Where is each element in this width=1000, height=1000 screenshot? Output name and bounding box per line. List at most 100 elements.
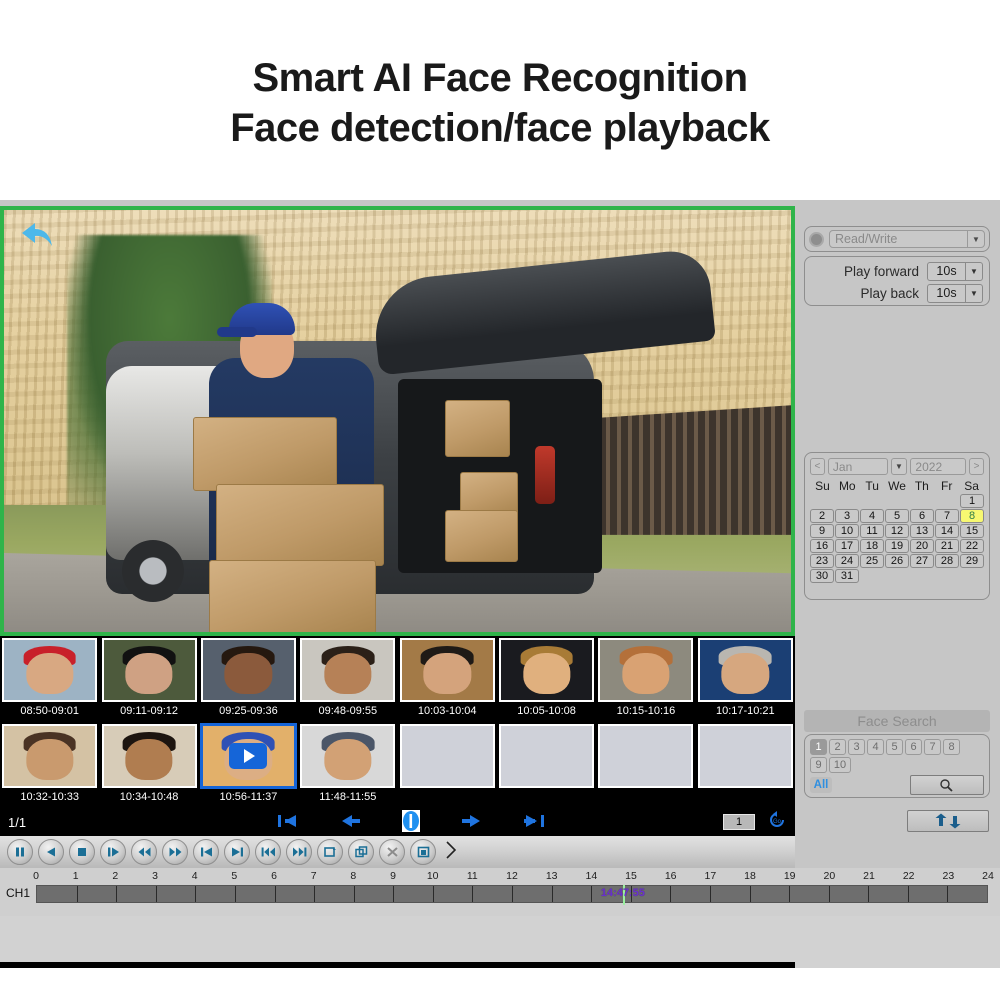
channel-all-button[interactable]: All: [810, 777, 832, 793]
channel-button-1[interactable]: 1: [810, 739, 827, 755]
thumbnail-image[interactable]: [201, 724, 296, 788]
thumbnail-item[interactable]: 10:32-10:33: [0, 722, 99, 808]
thumbnail-item[interactable]: 09:11-09:12: [99, 636, 198, 722]
calendar-day[interactable]: 27: [910, 554, 934, 568]
thumbnail-item[interactable]: 11:48-11:55: [298, 722, 397, 808]
calendar-day[interactable]: 20: [910, 539, 934, 553]
thumbnail-image[interactable]: [300, 638, 395, 702]
calendar-day[interactable]: 3: [835, 509, 859, 523]
channel-button-6[interactable]: 6: [905, 739, 922, 755]
calendar-day[interactable]: 23: [810, 554, 834, 568]
radio-dot-icon[interactable]: [809, 232, 824, 247]
fast-forward-button[interactable]: [162, 839, 188, 865]
thumbnail-image[interactable]: [300, 724, 395, 788]
thumbnail-image[interactable]: [400, 638, 495, 702]
thumbnail-image[interactable]: [102, 724, 197, 788]
calendar-day[interactable]: 10: [835, 524, 859, 538]
calendar-day-selected[interactable]: 8: [960, 509, 984, 523]
first-page-icon[interactable]: [278, 814, 298, 831]
calendar-day[interactable]: 15: [960, 524, 984, 538]
search-button[interactable]: [910, 775, 984, 795]
timeline-track[interactable]: 14:47:55: [36, 885, 988, 903]
channel-button-10[interactable]: 10: [829, 757, 851, 773]
channel-button-5[interactable]: 5: [886, 739, 903, 755]
calendar-day[interactable]: 1: [960, 494, 984, 508]
chevron-down-icon[interactable]: ▼: [965, 285, 982, 302]
calendar-day[interactable]: 25: [860, 554, 884, 568]
play-back-select[interactable]: 10s ▼: [927, 284, 983, 303]
thumbnail-item[interactable]: 08:50-09:01: [0, 636, 99, 722]
go-refresh-icon[interactable]: Go: [767, 810, 787, 835]
calendar-day[interactable]: 19: [885, 539, 909, 553]
clip-start-button[interactable]: [317, 839, 343, 865]
calendar-day[interactable]: 24: [835, 554, 859, 568]
rewind-button[interactable]: [131, 839, 157, 865]
chevron-down-icon[interactable]: ▼: [891, 458, 908, 475]
readwrite-select[interactable]: Read/Write ▼: [829, 230, 985, 248]
thumbnail-item[interactable]: 10:17-10:21: [696, 636, 795, 722]
step-frame-button[interactable]: [100, 839, 126, 865]
thumbnail-image[interactable]: [598, 638, 693, 702]
calendar-day[interactable]: 18: [860, 539, 884, 553]
thumbnail-image[interactable]: [698, 638, 793, 702]
thumbnail-image[interactable]: [499, 638, 594, 702]
calendar-day[interactable]: 31: [835, 569, 859, 583]
prev-frame-button[interactable]: [193, 839, 219, 865]
thumbnail-item-empty[interactable]: [696, 722, 795, 808]
thumbnail-item[interactable]: 09:25-09:36: [199, 636, 298, 722]
thumbnail-item[interactable]: 10:03-10:04: [398, 636, 497, 722]
calendar-day[interactable]: 28: [935, 554, 959, 568]
current-page-marker-icon[interactable]: [402, 810, 420, 835]
calendar-day[interactable]: 30: [810, 569, 834, 583]
clip-cancel-button[interactable]: [379, 839, 405, 865]
play-forward-select[interactable]: 10s ▼: [927, 262, 983, 281]
calendar-day[interactable]: 29: [960, 554, 984, 568]
calendar-day[interactable]: 14: [935, 524, 959, 538]
thumbnail-item-empty[interactable]: [497, 722, 596, 808]
calendar-day[interactable]: 12: [885, 524, 909, 538]
page-number-input[interactable]: 1: [723, 814, 755, 830]
expand-right-icon[interactable]: [445, 841, 457, 864]
channel-button-3[interactable]: 3: [848, 739, 865, 755]
calendar-day[interactable]: 9: [810, 524, 834, 538]
back-arrow-icon[interactable]: [18, 220, 58, 254]
calendar-month-select[interactable]: Jan: [828, 458, 888, 475]
calendar-day[interactable]: 26: [885, 554, 909, 568]
chevron-down-icon[interactable]: ▼: [965, 263, 982, 280]
calendar-day[interactable]: 16: [810, 539, 834, 553]
thumbnail-item[interactable]: 10:05-10:08: [497, 636, 596, 722]
calendar-day[interactable]: 6: [910, 509, 934, 523]
thumbnail-image[interactable]: [102, 638, 197, 702]
calendar-day[interactable]: 17: [835, 539, 859, 553]
stop-button[interactable]: [69, 839, 95, 865]
save-button[interactable]: [410, 839, 436, 865]
thumbnail-image[interactable]: [2, 724, 97, 788]
pause-button[interactable]: [7, 839, 33, 865]
next-file-button[interactable]: [286, 839, 312, 865]
chevron-down-icon[interactable]: ▼: [967, 231, 984, 247]
thumbnail-item-empty[interactable]: [398, 722, 497, 808]
thumbnail-item-empty[interactable]: [596, 722, 695, 808]
play-reverse-button[interactable]: [38, 839, 64, 865]
calendar-day[interactable]: 2: [810, 509, 834, 523]
calendar-day[interactable]: 4: [860, 509, 884, 523]
next-page-icon[interactable]: [462, 814, 482, 831]
play-overlay-icon[interactable]: [229, 743, 267, 769]
calendar-day[interactable]: 5: [885, 509, 909, 523]
calendar-day[interactable]: 7: [935, 509, 959, 523]
thumbnail-item[interactable]: 10:15-10:16: [596, 636, 695, 722]
thumbnail-item[interactable]: 09:48-09:55: [298, 636, 397, 722]
prev-file-button[interactable]: [255, 839, 281, 865]
thumbnail-image[interactable]: [201, 638, 296, 702]
calendar-year-input[interactable]: 2022: [910, 458, 966, 475]
channel-button-2[interactable]: 2: [829, 739, 846, 755]
calendar-day[interactable]: 13: [910, 524, 934, 538]
next-frame-button[interactable]: [224, 839, 250, 865]
channel-button-9[interactable]: 9: [810, 757, 827, 773]
calendar-prev-button[interactable]: <: [810, 458, 825, 475]
thumbnail-item-selected[interactable]: 10:56-11:37: [199, 722, 298, 808]
swap-button[interactable]: [907, 810, 989, 832]
live-video-pane[interactable]: [0, 206, 795, 636]
last-page-icon[interactable]: [524, 814, 544, 831]
channel-button-4[interactable]: 4: [867, 739, 884, 755]
